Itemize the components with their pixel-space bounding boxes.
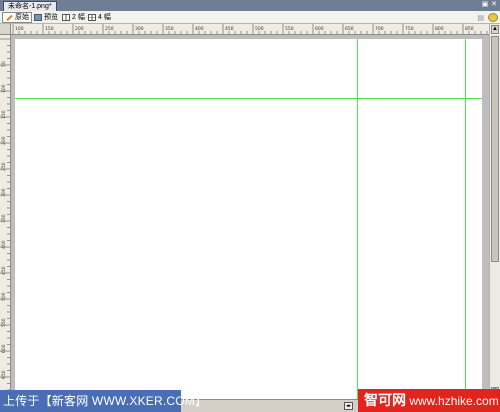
- window-controls: ▣ ✕: [481, 1, 498, 10]
- h-ruler-label: 150: [45, 26, 54, 32]
- scroll-up-arrow-icon[interactable]: ▲: [491, 25, 499, 34]
- horizontal-ruler: 100 150 200 250 300 350 400 450 500 550 600 650 700 7…: [11, 24, 489, 35]
- original-view-button[interactable]: 原始: [2, 12, 32, 23]
- pencil-icon: [5, 13, 13, 22]
- h-ruler-label: 100: [15, 26, 24, 32]
- v-ruler-label: 300: [1, 188, 7, 197]
- preview-view-label: 预览: [44, 14, 58, 21]
- horizontal-guide[interactable]: [15, 98, 482, 99]
- watermark-right: 智可网 www.hzhike.com: [358, 389, 500, 412]
- h-ruler-label: 500: [255, 26, 264, 32]
- scroll-thumb[interactable]: [491, 36, 499, 262]
- v-ruler-label: 400: [1, 240, 7, 249]
- h-ruler-label: 850: [465, 26, 474, 32]
- vertical-guide-1[interactable]: [357, 39, 358, 399]
- restore-icon[interactable]: ▣: [481, 1, 489, 9]
- watermark-brand: 智可网: [364, 392, 406, 408]
- v-ruler-label: 350: [1, 214, 7, 223]
- quality-icon[interactable]: ▤: [477, 14, 484, 22]
- h-ruler-label: 200: [75, 26, 84, 32]
- document-tab[interactable]: 未命名-1.png*: [3, 1, 57, 11]
- horizontal-ruler-ticks: 100 150 200 250 300 350 400 450 500 550 600 650 700 7…: [12, 24, 488, 34]
- vertical-ruler-ticks: 50 100 150 200 250 300 350 400 450 500 550 600 650: [0, 38, 10, 397]
- four-up-view-label: 4 幅: [98, 14, 111, 21]
- v-ruler-label: 200: [1, 136, 7, 145]
- two-up-view-label: 2 幅: [72, 14, 85, 21]
- h-ruler-label: 800: [435, 26, 444, 32]
- two-up-view-button[interactable]: 2 幅: [60, 12, 87, 23]
- watermark-url: www.hzhike.com: [409, 394, 499, 408]
- document-canvas[interactable]: [15, 39, 482, 399]
- v-ruler-label: 100: [1, 84, 7, 93]
- vertical-ruler: 50 100 150 200 250 300 350 400 450 500 550 600 650: [0, 35, 11, 399]
- h-ruler-label: 700: [375, 26, 384, 32]
- page-navigation-icon[interactable]: ◂▸: [344, 402, 353, 410]
- v-ruler-label: 600: [1, 344, 7, 353]
- v-ruler-label: 650: [1, 370, 7, 379]
- toolbar-right-group: ▤: [477, 12, 498, 23]
- v-ruler-label: 150: [1, 110, 7, 119]
- v-ruler-label: 250: [1, 162, 7, 171]
- two-panel-icon: [62, 14, 70, 21]
- ruler-corner: [0, 24, 11, 35]
- h-ruler-label: 400: [195, 26, 204, 32]
- preview-view-button[interactable]: 预览: [32, 12, 60, 23]
- export-icon[interactable]: [488, 13, 498, 22]
- preview-icon: [34, 14, 42, 21]
- h-ruler-label: 750: [405, 26, 414, 32]
- vertical-guide-2[interactable]: [465, 39, 466, 399]
- h-ruler-label: 300: [135, 26, 144, 32]
- h-ruler-label: 250: [105, 26, 114, 32]
- original-view-label: 原始: [15, 14, 29, 21]
- v-ruler-label: 550: [1, 318, 7, 327]
- v-ruler-label: 50: [1, 61, 7, 67]
- h-ruler-label: 600: [315, 26, 324, 32]
- v-ruler-label: 450: [1, 266, 7, 275]
- document-tab-bar: 未命名-1.png* ▣ ✕: [0, 0, 500, 11]
- view-toolbar: 原始 预览 2 幅 4 幅 ▤: [0, 11, 500, 24]
- close-icon[interactable]: ✕: [490, 1, 498, 9]
- h-ruler-label: 650: [345, 26, 354, 32]
- four-panel-icon: [88, 14, 96, 21]
- v-ruler-label: 500: [1, 292, 7, 301]
- four-up-view-button[interactable]: 4 幅: [86, 12, 113, 23]
- workspace: [11, 35, 489, 399]
- h-ruler-label: 550: [285, 26, 294, 32]
- watermark-left: 上传于【新客网 WWW.XKER.COM】: [0, 390, 207, 412]
- h-ruler-label: 450: [225, 26, 234, 32]
- vertical-scrollbar[interactable]: ▲ ▼: [489, 24, 500, 399]
- h-ruler-label: 350: [165, 26, 174, 32]
